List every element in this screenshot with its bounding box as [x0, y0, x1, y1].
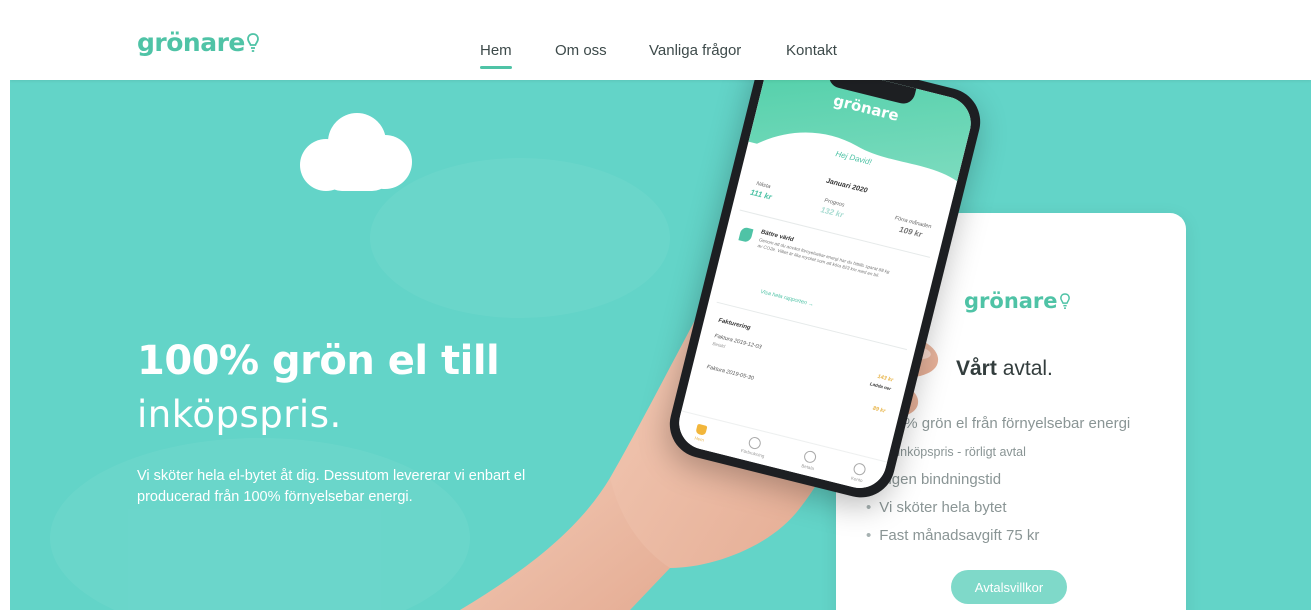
- lightbulb-icon: [246, 32, 259, 52]
- nav-item-hem[interactable]: Hem: [480, 42, 512, 69]
- app-stat: Förra månaden 109 kr: [893, 215, 932, 240]
- home-icon: [695, 423, 708, 436]
- app-stats: Nästa 111 kr Prognos 132 kr Förra månaden 1…: [749, 180, 932, 241]
- brand-logo[interactable]: grönare: [137, 28, 259, 57]
- brand-logo-text: grönare: [137, 28, 245, 57]
- nav-item-om-oss[interactable]: Om oss: [555, 42, 607, 59]
- lightbulb-icon: [1059, 292, 1070, 309]
- background-shape: [370, 158, 670, 318]
- account-icon: [852, 461, 867, 476]
- nav-item-kontakt[interactable]: Kontakt: [786, 42, 837, 59]
- card-title: Vårt avtal.: [956, 357, 1053, 381]
- leaf-icon: [738, 226, 754, 243]
- cloud-illustration: [300, 113, 412, 191]
- app-report-link[interactable]: Visa hela rapporten →: [760, 289, 814, 308]
- hero-body-text: Vi sköter hela el-bytet åt dig. Dessutom…: [137, 468, 526, 505]
- feature-item: • Vi sköter hela bytet: [866, 499, 1007, 516]
- background-shape: [50, 438, 470, 610]
- card-brand-logo: grönare: [964, 289, 1070, 313]
- app-tab-hem[interactable]: Hem: [694, 423, 708, 442]
- app-invoice-row[interactable]: Faktura 2019-12-03 Betald 143 kr Ladda n…: [712, 333, 894, 391]
- payment-icon: [803, 449, 818, 464]
- card-title-rest: avtal.: [996, 357, 1053, 380]
- feature-list: •100% grön el från förnyelsebar energi •…: [866, 410, 1130, 550]
- app-invoices-title: Fakturering: [717, 317, 752, 332]
- app-stat: Nästa 111 kr: [749, 180, 773, 202]
- agreement-terms-button[interactable]: Avtalsvillkor: [951, 570, 1067, 604]
- page-frame: grönare Hem Om oss Vanliga frågor Kontak…: [10, 8, 1311, 610]
- site-header: grönare Hem Om oss Vanliga frågor Kontak…: [10, 8, 1311, 80]
- nav-item-vanliga-fragor[interactable]: Vanliga frågor: [649, 42, 741, 59]
- hero-title: 100% grön el till: [137, 338, 500, 384]
- feature-item: • Fast månadsavgift 75 kr: [866, 527, 1040, 544]
- usage-icon: [748, 435, 763, 450]
- card-logo-text: grönare: [964, 289, 1058, 313]
- app-tab-konto[interactable]: Konto: [851, 461, 867, 483]
- hero-subtitle: inköpspris.: [137, 393, 342, 436]
- app-tab-betala[interactable]: Betala: [801, 449, 818, 471]
- app-tab-forbrukning[interactable]: Förbrukning: [741, 434, 769, 458]
- app-stat: Prognos 132 kr: [819, 197, 845, 220]
- card-title-bold: Vårt: [956, 357, 997, 380]
- feature-item: •Ingen bindningstid: [866, 471, 1002, 488]
- feature-item: •Till inköpspris - rörligt avtal: [866, 445, 1026, 459]
